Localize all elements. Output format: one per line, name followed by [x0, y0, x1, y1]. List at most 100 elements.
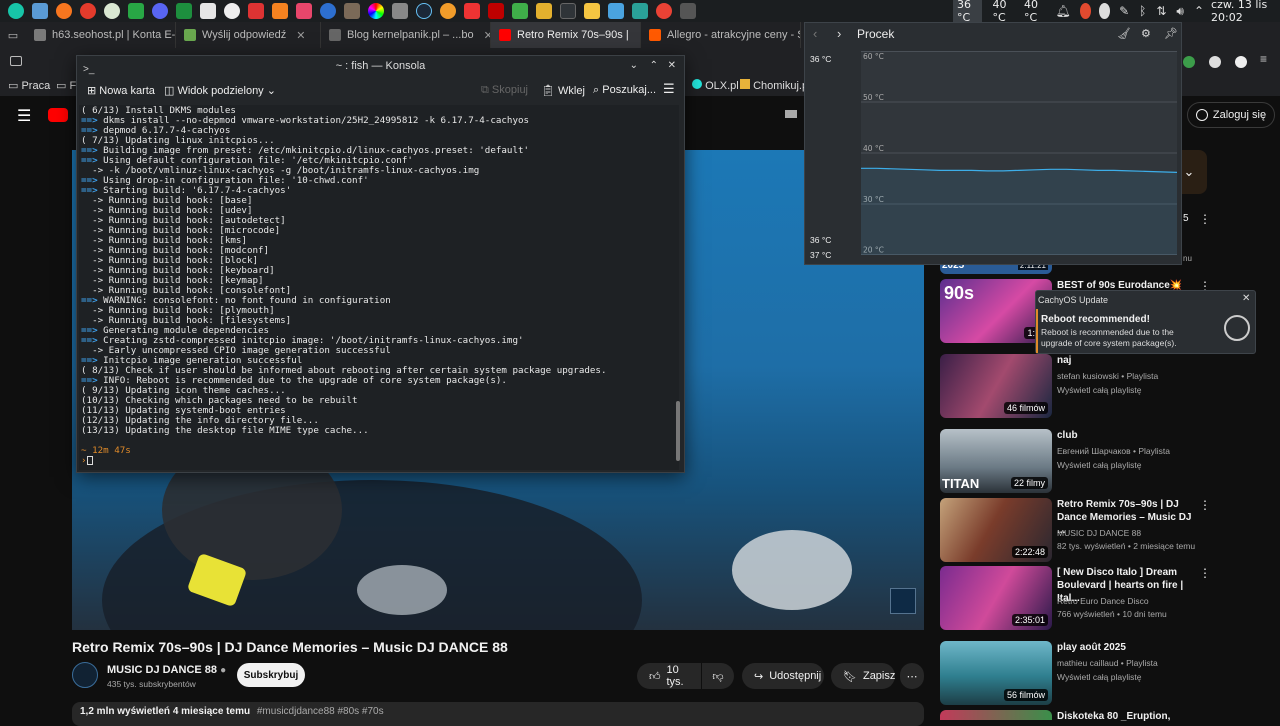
sidebar-video-item[interactable]: Diskoteka 80 _Eruption,	[940, 710, 1260, 723]
playlist-thumbnail[interactable]: 46 filmów	[940, 354, 1052, 418]
copy-button[interactable]: ⧉ Skopiuj	[481, 84, 528, 97]
bookmark-chomikuj[interactable]: Chomikuj.pl	[740, 79, 811, 92]
app-icon-notes[interactable]	[584, 3, 600, 19]
video-title-link[interactable]: Diskoteka 80 _Eruption,	[1057, 710, 1192, 723]
channel-name[interactable]: MUSIC DJ DANCE 88 ●	[107, 664, 226, 676]
forward-arrow-icon[interactable]: ›	[837, 26, 841, 41]
tab-allegro[interactable]: Allegro - atrakcyjne ceny - S✕	[641, 22, 801, 48]
hashtags[interactable]: #musicdjdance88 #80s #70s	[257, 706, 384, 717]
playlist-owner[interactable]: Евгений Шарчаков • Playlista	[1057, 446, 1197, 456]
video-thumbnail[interactable]	[940, 710, 1052, 720]
terminal-icon[interactable]	[560, 3, 576, 19]
gpu-temp-widget[interactable]: 40 °C	[992, 0, 1013, 24]
terminal-output[interactable]: ( 6/13) Install DKMS modules ==> dkms ins…	[79, 105, 679, 470]
prompt-cursor[interactable]: ›	[81, 456, 677, 466]
bluetooth-icon[interactable]: ᛒ	[1139, 4, 1146, 18]
back-arrow-icon[interactable]: ‹	[813, 26, 817, 41]
extension-icon-green[interactable]	[1183, 56, 1195, 68]
terminal-scrollbar[interactable]	[675, 106, 681, 466]
bookmark-olx[interactable]: OLX.pl	[692, 79, 739, 92]
extension-icon-grey[interactable]	[1209, 56, 1221, 68]
app-icon-orange[interactable]	[440, 3, 456, 19]
clipboard-icon[interactable]: ✎	[1119, 4, 1129, 18]
like-button[interactable]: 👍︎ 10 tys.	[637, 663, 701, 689]
cleanup-icon[interactable]: 🧹︎	[1117, 27, 1131, 40]
split-view-button[interactable]: ◫ Widok podzielony ⌄	[164, 84, 276, 97]
sidebar-playlist-item[interactable]: TITAN 22 filmy club Евгений Шарчаков • P…	[940, 429, 1260, 493]
app-icon-tools[interactable]	[680, 3, 696, 19]
kebab-menu-icon[interactable]: ⋮	[1199, 212, 1211, 226]
filezilla-icon[interactable]	[488, 3, 504, 19]
video-thumbnail[interactable]: 2:35:01	[940, 566, 1052, 630]
vivaldi-tray-icon[interactable]	[1098, 3, 1111, 19]
discord-icon[interactable]	[152, 3, 168, 19]
hamburger-menu-icon[interactable]: ☰	[17, 106, 31, 126]
close-window-icon[interactable]: ✕	[668, 56, 676, 76]
app-icon-red[interactable]	[248, 3, 264, 19]
share-button[interactable]: ↪ Udostępnij	[742, 663, 824, 689]
vivaldi-icon[interactable]	[80, 3, 96, 19]
view-full-playlist-link[interactable]: Wyświetl całą playlistę	[1057, 460, 1197, 470]
reboot-refresh-icon[interactable]	[1224, 315, 1250, 341]
tab-list-icon[interactable]: ▭	[0, 29, 26, 42]
account-icon[interactable]	[1235, 56, 1247, 68]
app-icon-pink[interactable]	[296, 3, 312, 19]
sidebar-playlist-item[interactable]: 46 filmów naj stefan kusiowski • Playlis…	[940, 354, 1260, 418]
dislike-button[interactable]: 👎︎	[702, 663, 734, 689]
app-icon-chart[interactable]	[608, 3, 624, 19]
sensor-monitor-popup[interactable]: ‹ › Procek 🧹︎ ⚙︎ 📌︎ 36 °C 36 °C 37 °C 60…	[804, 22, 1182, 265]
bell-icon[interactable]: 🔔︎	[1055, 4, 1070, 18]
tab-seohost[interactable]: h63.seohost.pl | Konta E-m	[26, 22, 176, 48]
window-titlebar[interactable]: >_ ~ : fish — Konsola ⌄ ⌃ ✕	[77, 56, 684, 76]
kebab-menu-icon[interactable]: ⋮	[1199, 498, 1211, 512]
subscribe-button[interactable]: Subskrybuj	[237, 663, 305, 687]
paste-button[interactable]: 📋︎ Wklej	[541, 84, 585, 97]
configure-icon[interactable]: ⚙︎	[1141, 27, 1151, 40]
maximize-icon[interactable]: ⌃	[650, 56, 658, 76]
sign-in-button[interactable]: Zaloguj się	[1187, 102, 1275, 128]
volume-icon[interactable]: 🔊︎	[1176, 4, 1184, 19]
keyboard-icon[interactable]	[785, 110, 797, 118]
app-icon-docs[interactable]	[200, 3, 216, 19]
video-channel[interactable]: Retro Euro Dance Disco	[1057, 596, 1197, 606]
video-thumbnail[interactable]: 2:22:48	[940, 498, 1052, 562]
search-button[interactable]: ⌕ Poszukaj...	[593, 84, 656, 97]
menu-icon[interactable]: ≡	[1260, 52, 1267, 66]
description-box[interactable]: 1,2 mln wyświetleń 4 miesiące temu #musi…	[72, 702, 924, 726]
sidebar-playlist-item[interactable]: 56 filmów play août 2025 mathieu caillau…	[940, 641, 1260, 705]
konsole-window[interactable]: >_ ~ : fish — Konsola ⌄ ⌃ ✕ ⊞ Nowa karta…	[76, 55, 685, 473]
chevron-up-icon[interactable]: ⌃	[1194, 4, 1204, 18]
file-manager-icon[interactable]	[32, 3, 48, 19]
bookmark-folder-praca[interactable]: ▭ Praca	[8, 79, 50, 92]
app-icon-chrome[interactable]	[656, 3, 672, 19]
minimize-icon[interactable]: ⌄	[630, 56, 638, 76]
firefox-icon[interactable]	[56, 3, 72, 19]
channel-avatar[interactable]	[72, 662, 98, 688]
clock[interactable]: czw. 13 lis 20:02	[1211, 0, 1275, 24]
scrollbar-thumb[interactable]	[676, 401, 680, 461]
playlist-title-link[interactable]: naj	[1057, 354, 1192, 367]
video-channel[interactable]: MUSIC DJ DANCE 88	[1057, 528, 1197, 538]
close-tab-icon[interactable]: ✕	[296, 29, 305, 42]
app-icon-grey[interactable]	[392, 3, 408, 19]
view-full-playlist-link[interactable]: Wyświetl całą playlistę	[1057, 385, 1197, 395]
app-icon-table[interactable]	[128, 3, 144, 19]
obs-icon[interactable]	[224, 3, 240, 19]
app-icon-green-square[interactable]	[512, 3, 528, 19]
sidebar-video-item[interactable]: 2:22:48 Retro Remix 70s–90s | DJ Dance M…	[940, 498, 1260, 562]
close-tab-icon[interactable]: ✕	[484, 29, 490, 42]
playlist-owner[interactable]: stefan kusiowski • Playlista	[1057, 371, 1197, 381]
channel-watermark-icon[interactable]	[890, 588, 916, 614]
new-tab-button[interactable]: ⊞ Nowa karta	[87, 84, 155, 97]
app-icon-red-square[interactable]	[464, 3, 480, 19]
disk-temp-widget[interactable]: 40 °C	[1024, 0, 1045, 24]
gimp-icon[interactable]	[344, 3, 360, 19]
app-launcher-icon[interactable]	[8, 3, 24, 19]
tab-youtube-active[interactable]: Retro Remix 70s–90s |✕	[491, 22, 641, 48]
youtube-logo-icon[interactable]	[48, 108, 68, 122]
app-icon-blue[interactable]	[320, 3, 336, 19]
playlist-owner[interactable]: mathieu caillaud • Playlista	[1057, 658, 1197, 668]
app-icon-spreadsheet[interactable]	[176, 3, 192, 19]
update-tray-icon[interactable]	[1079, 3, 1091, 19]
update-notification[interactable]: CachyOS Update ✕ Reboot recommended! Reb…	[1035, 290, 1256, 354]
